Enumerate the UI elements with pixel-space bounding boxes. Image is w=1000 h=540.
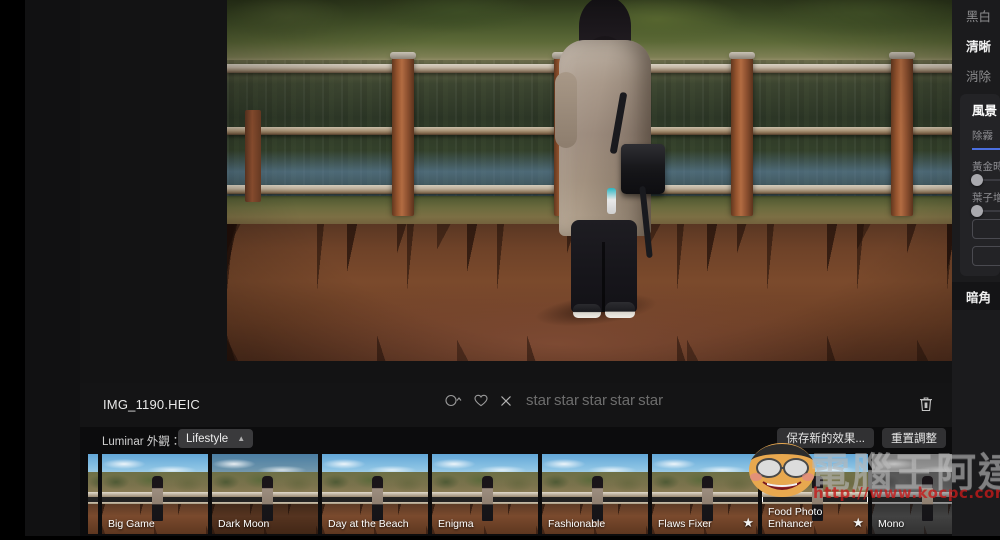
sidebar-item-clarity[interactable]: 清晰	[952, 30, 1000, 60]
panel-button-1[interactable]	[972, 219, 1000, 239]
photo-filename: IMG_1190.HEIC	[103, 397, 201, 412]
rating-controls: star star star star star	[445, 393, 663, 408]
look-thumbnail-food-photo-enhancer[interactable]: Food Photo Enhancer ★	[762, 454, 868, 534]
thumb-person	[701, 476, 713, 522]
trash-icon[interactable]	[919, 396, 933, 412]
look-thumbnail-label: Food Photo Enhancer	[768, 506, 823, 530]
thumb-person	[481, 476, 493, 522]
left-gutter	[0, 0, 80, 540]
thumb-person	[371, 476, 383, 522]
foliage-slider-label: 葉子增	[972, 192, 1000, 204]
star-icon-3[interactable]: star	[582, 393, 607, 408]
looks-label: Luminar 外觀：	[102, 436, 182, 448]
photo-vignette	[227, 0, 978, 361]
luminar-window: IMG_1190.HEIC star star star star star L…	[0, 0, 1000, 540]
looks-header: Luminar 外觀： Lifestyle ▲ 保存新的效果... 重置調整	[80, 427, 952, 454]
look-thumbnail-label: Day at the Beach	[328, 518, 409, 530]
look-thumbnail-fashionable[interactable]: Fashionable	[542, 454, 648, 534]
foliage-slider-knob[interactable]	[971, 205, 983, 217]
golden-hour-slider[interactable]	[971, 174, 1000, 186]
photo-info-bar: IMG_1190.HEIC star star star star star	[80, 383, 952, 427]
look-thumbnail-label: Flaws Fixer	[658, 518, 712, 530]
thumb-ground	[88, 503, 98, 534]
photo-preview[interactable]	[227, 0, 978, 361]
x-icon[interactable]	[500, 395, 512, 407]
panel-button-2[interactable]	[972, 246, 1000, 266]
look-thumbnail-label: Dark Moon	[218, 518, 270, 530]
window-bottom-edge	[0, 536, 1000, 540]
sidebar-item-erase[interactable]: 消除	[952, 60, 1000, 90]
look-thumbnail-mono[interactable]: Mono	[872, 454, 952, 534]
luminar-looks-strip: Luminar 外觀： Lifestyle ▲ 保存新的效果... 重置調整 B…	[80, 427, 952, 540]
foliage-slider[interactable]	[971, 205, 1000, 217]
look-thumbnail-label: Enigma	[438, 518, 474, 530]
look-thumbnail-enigma[interactable]: Enigma	[432, 454, 538, 534]
looks-thumbnail-list[interactable]: Big Game Dark Moon Day at the Beach Enig…	[80, 454, 952, 540]
look-thumbnail-day-at-the-beach[interactable]: Day at the Beach	[322, 454, 428, 534]
looks-action-buttons: 保存新的效果... 重置調整	[777, 428, 946, 448]
looks-category-value: Lifestyle	[186, 432, 229, 445]
left-gutter-panel	[25, 0, 80, 540]
thumb-person	[591, 476, 603, 522]
circle-chevron-icon[interactable]	[445, 394, 462, 407]
golden-hour-slider-label: 黃金時	[972, 161, 1000, 173]
looks-category-dropdown[interactable]: Lifestyle ▲	[178, 429, 254, 448]
caret-up-icon: ▲	[237, 433, 246, 443]
save-new-look-button[interactable]: 保存新的效果...	[777, 428, 874, 448]
favorite-star-icon: ★	[852, 515, 864, 530]
look-thumbnail-label: Mono	[878, 518, 905, 530]
star-icon-4[interactable]: star	[610, 393, 635, 408]
look-thumbnail-dark-moon[interactable]: Dark Moon	[212, 454, 318, 534]
look-thumbnail-flaws-fixer[interactable]: Flaws Fixer ★	[652, 454, 758, 534]
thumb-person	[921, 476, 933, 522]
star-icon-1[interactable]: star	[526, 393, 551, 408]
thumb-person	[151, 476, 163, 522]
adjustments-sidebar: 黑白 清晰 消除 風景 除霧 黃金時 葉子增 暗角	[952, 0, 1000, 540]
look-thumbnail-big-game[interactable]: Big Game	[102, 454, 208, 534]
heart-icon[interactable]	[474, 394, 488, 407]
dehaze-slider-fill	[972, 148, 1000, 150]
dehaze-slider[interactable]	[972, 148, 1000, 150]
thumb-person	[261, 476, 273, 522]
look-thumbnail-label: Fashionable	[548, 518, 606, 530]
sidebar-item-black-white[interactable]: 黑白	[952, 0, 1000, 30]
photo-canvas[interactable]	[80, 0, 978, 383]
star-icon-2[interactable]: star	[554, 393, 579, 408]
photo-scene	[227, 0, 978, 361]
thumb-fence-top	[88, 491, 98, 497]
landscape-panel: 風景 除霧 黃金時 葉子增	[960, 94, 1000, 276]
landscape-panel-title: 風景	[972, 103, 998, 118]
dehaze-slider-label: 除霧	[972, 130, 993, 142]
thumb-fence-top	[872, 491, 952, 497]
star-rating[interactable]: star star star star star	[526, 393, 663, 408]
sidebar-item-vignette[interactable]: 暗角	[952, 282, 1000, 310]
look-thumbnail-partial[interactable]	[88, 454, 98, 534]
golden-hour-slider-knob[interactable]	[971, 174, 983, 186]
reset-adjustments-button[interactable]: 重置調整	[882, 428, 946, 448]
look-thumbnail-label: Big Game	[108, 518, 155, 530]
star-icon-5[interactable]: star	[638, 393, 663, 408]
favorite-star-icon: ★	[742, 515, 754, 530]
